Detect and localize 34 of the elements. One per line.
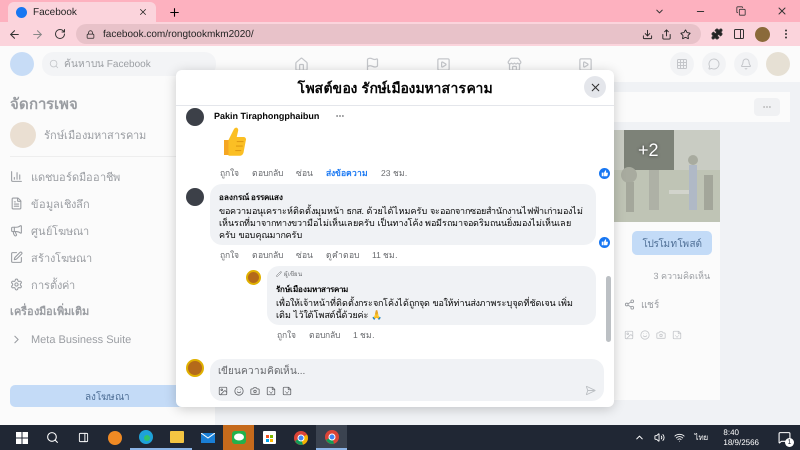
dialog-title: โพสต์ของ รักษ์เมืองมหาสารคาม: [298, 78, 492, 98]
clock[interactable]: 8:40 18/9/2566: [717, 428, 765, 448]
more-photos-count: +2: [638, 140, 659, 161]
search-field[interactable]: ค้นหาบน Facebook: [42, 52, 216, 76]
comment-author: Pakin Tiraphongphaibun: [214, 111, 320, 121]
promote-post-button[interactable]: โปรโมทโพสต์: [632, 231, 712, 255]
comment-author: รักษ์เมืองมหาสารคาม: [276, 284, 348, 296]
page-name: รักษ์เมืองมหาสารคาม: [44, 128, 146, 144]
comment-action-link[interactable]: ซ่อน: [296, 248, 313, 262]
comment-box[interactable]: เขียนความคิดเห็น...: [210, 359, 604, 401]
url-text: facebook.com/rongtookmkm2020/: [103, 28, 255, 40]
sidebar-title: จัดการเพจ: [10, 95, 79, 115]
comment-time: 1 ชม.: [353, 329, 374, 342]
comment-action-link[interactable]: ตอบกลับ: [309, 328, 340, 342]
comment-action-link[interactable]: ดูคำตอบ: [326, 248, 359, 262]
browser-tab[interactable]: Facebook: [8, 2, 156, 22]
comment-action-link[interactable]: ถูกใจ: [277, 328, 296, 342]
comment-field[interactable]: เขียนความคิดเห็น...: [218, 364, 596, 380]
comment-action-link[interactable]: ถูกใจ: [220, 166, 239, 180]
comment-time: 11 ชม.: [372, 249, 398, 262]
comment-action-link[interactable]: ถูกใจ: [220, 248, 239, 262]
tab-title: Facebook: [33, 6, 78, 18]
comments-count: 3 ความคิดเห็น: [653, 270, 710, 283]
comment-text: ขอความอนุเคราะห์ติดตั้งมุมหน้า ธกส. ด้วยได้ไหมครับ จะออกจากซอยสำนักงานไฟฟ้าเก่ามองไม่เห็นรถที่มาจากทางขวามือไม่เห็นเลยครับ เป็นทางโค้ง พอมีรถมาจอดริมถนนยิ่งมองไม่เห็นเลยครับ ขอบคุณมากครับ: [219, 205, 584, 241]
comment-time: 23 ชม.: [381, 167, 408, 180]
section-title: เครื่องมือเพิ่มเติม: [10, 302, 205, 320]
comment-action-link[interactable]: ซ่อน: [296, 166, 313, 180]
comment-action-link[interactable]: ตอบกลับ: [252, 248, 283, 262]
input-language[interactable]: ไทย: [694, 431, 708, 444]
comment-action-link[interactable]: ตอบกลับ: [252, 166, 283, 180]
comment-action-link[interactable]: ส่งข้อความ: [326, 166, 368, 180]
comment-text: เพื่อให้เจ้าหน้าที่ติดตั้งกระจกโค้งได้ถูกจุด ขอให้ท่านส่งภาพระบุจุดที่ชัดเจน เพิ่มเติม ไว้ใต้โพสต์นี้ด้วยค่ะ 🙏: [276, 297, 574, 321]
comment-author: อลงกรณ์ อรรคแสง: [219, 192, 284, 204]
address-bar[interactable]: facebook.com/rongtookmkm2020/: [76, 24, 701, 44]
